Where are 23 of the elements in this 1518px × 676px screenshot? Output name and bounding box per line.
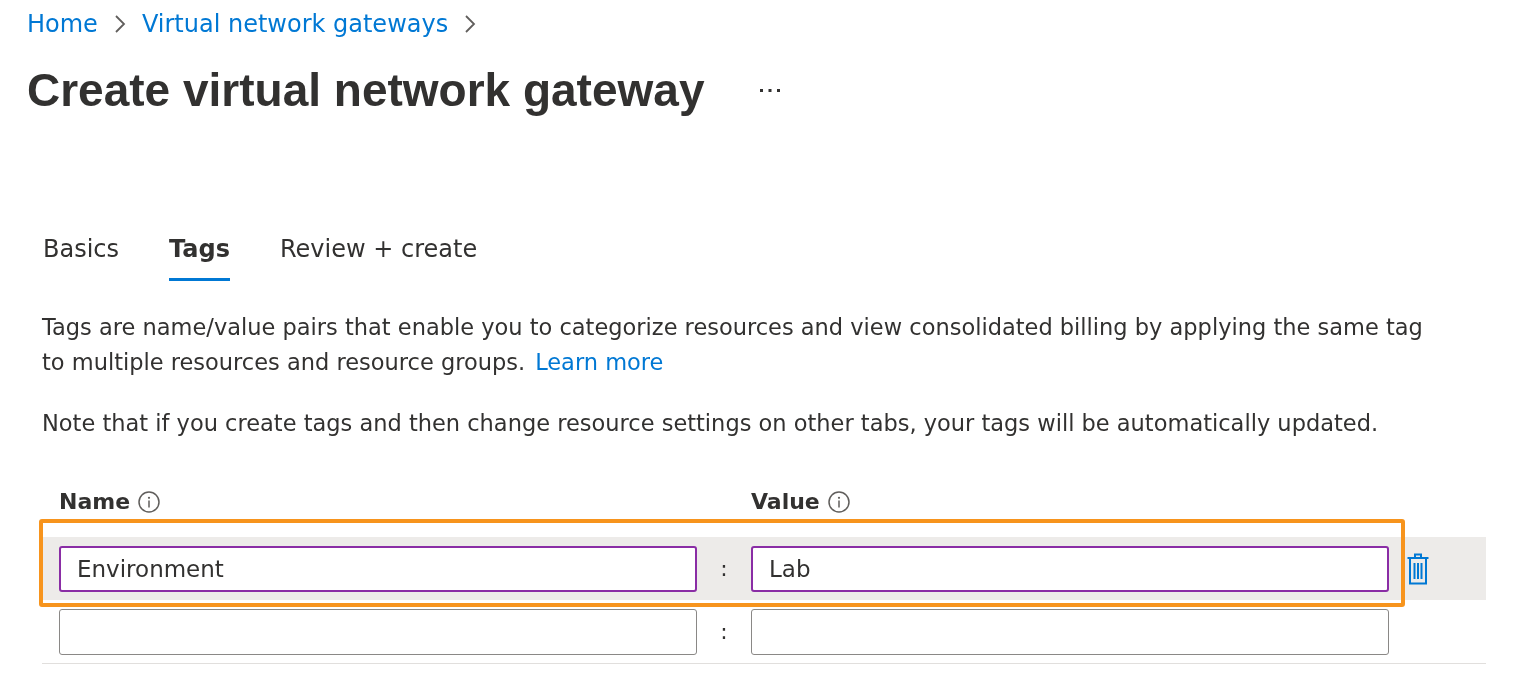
trash-icon[interactable] [1407, 553, 1429, 585]
column-header: Value [751, 488, 820, 516]
breadcrumb-link[interactable]: Virtual network gateways [141, 8, 449, 40]
more-icon[interactable] [760, 88, 781, 92]
tab[interactable]: Review + create [280, 233, 478, 281]
column-header: Name [59, 488, 131, 516]
learn-more-link[interactable]: Learn more [535, 349, 664, 375]
chevron-right-icon [464, 14, 477, 34]
tag-value-input[interactable]: Lab [751, 546, 1389, 592]
description-text: Tags are name/value pairs that enable you to categorize resources and view consolidated billing by applying the same tag to multiple resources and resource groups. Learn more [42, 313, 1424, 377]
info-icon [138, 491, 161, 513]
info-icon [827, 491, 850, 513]
page-title: Create virtual network gateway [27, 64, 705, 116]
tab[interactable]: Basics [43, 233, 120, 281]
tag-name-input[interactable]: Environment [59, 546, 697, 592]
tag-name-input[interactable] [59, 609, 697, 655]
breadcrumb-link[interactable]: Home [27, 8, 98, 40]
colon-separator: : [720, 618, 728, 646]
tag-value-input[interactable] [751, 609, 1389, 655]
note-text: Note that if you create tags and then change resource settings on other tabs, your tags will be automatically updated. [42, 409, 1380, 438]
chevron-right-icon [113, 14, 126, 34]
colon-separator: : [720, 555, 728, 583]
tab[interactable]: Tags [169, 233, 230, 281]
